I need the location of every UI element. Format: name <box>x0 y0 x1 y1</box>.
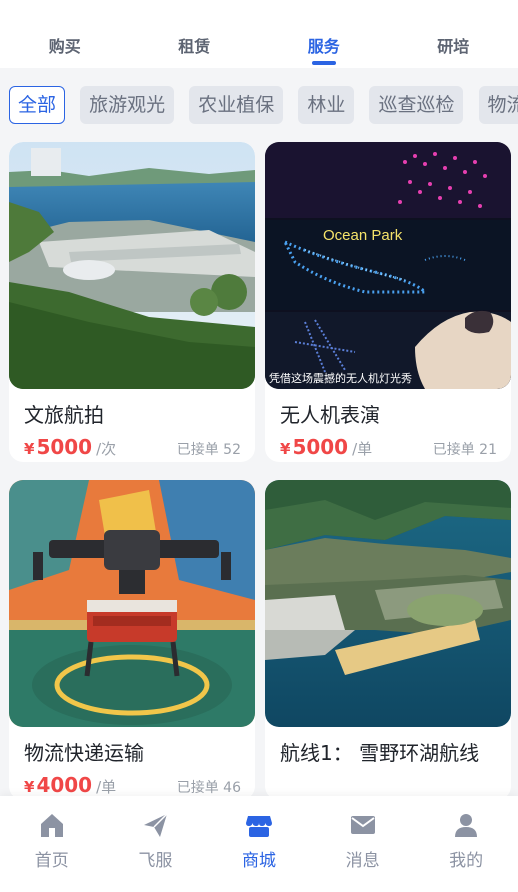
service-card-meta: ¥ 4000 /单 已接单 46 <box>9 767 255 797</box>
chip-inspection[interactable]: 巡查巡检 <box>369 86 464 124</box>
service-card-meta: ¥ 5000 /次 已接单 52 <box>9 429 255 459</box>
nav-label: 首页 <box>34 851 69 871</box>
tab-buy[interactable]: 购买 <box>0 0 130 68</box>
nav-label: 我的 <box>449 851 484 871</box>
store-icon <box>245 816 272 837</box>
price-currency: ¥ <box>280 440 291 458</box>
service-card-title: 物流快递运输 <box>24 741 144 765</box>
chip-tourism[interactable]: 旅游观光 <box>80 86 175 124</box>
top-tab-bar: 购买 租赁 服务 研培 <box>0 0 518 68</box>
mail-icon <box>350 816 375 834</box>
home-icon <box>40 814 63 837</box>
service-card-meta: ¥ 5000 /单 已接单 21 <box>265 429 511 459</box>
price-value: 5000 <box>36 435 93 459</box>
service-card-image <box>9 142 255 389</box>
nav-store[interactable]: 商城 <box>207 796 311 892</box>
tab-label: 服务 <box>307 37 340 56</box>
nav-label: 消息 <box>345 851 380 871</box>
chip-logistics[interactable]: 物流 <box>478 86 518 124</box>
tab-label: 租赁 <box>178 37 211 56</box>
price-currency: ¥ <box>24 440 35 458</box>
tab-rent[interactable]: 租赁 <box>130 0 260 68</box>
service-card-image: Ocean Park 凭借这场震撼的无人机灯光秀 <box>265 142 511 389</box>
chip-agriculture[interactable]: 农业植保 <box>189 86 284 124</box>
nav-profile[interactable]: 我的 <box>414 796 518 892</box>
chip-all[interactable]: 全部 <box>9 86 66 124</box>
service-card-image <box>265 480 511 727</box>
user-icon <box>455 814 478 837</box>
service-card[interactable]: Ocean Park 凭借这场震撼的无人机灯光秀 无人机表演 ¥ 5000 /单… <box>265 142 511 462</box>
service-card[interactable]: 航线1： 雪野环湖航线 <box>265 480 511 800</box>
order-count: 已接单 52 <box>176 442 241 458</box>
service-card-title: 文旅航拍 <box>24 403 104 427</box>
chip-forestry[interactable]: 林业 <box>298 86 355 124</box>
service-card-title: 航线1： 雪野环湖航线 <box>280 741 480 765</box>
paper-plane-icon <box>144 813 168 837</box>
price-unit: /单 <box>352 440 373 458</box>
nav-flight-service[interactable]: 飞服 <box>104 796 208 892</box>
nav-label: 商城 <box>241 851 276 871</box>
bottom-nav-bar: 首页 飞服 商城 消息 我的 <box>0 796 518 892</box>
nav-messages[interactable]: 消息 <box>311 796 415 892</box>
ocean-park-sign: Ocean Park <box>323 227 403 244</box>
service-card[interactable]: 物流快递运输 ¥ 4000 /单 已接单 46 <box>9 480 255 800</box>
active-tab-indicator <box>311 61 336 65</box>
price-unit: /单 <box>96 778 117 796</box>
tab-service[interactable]: 服务 <box>259 0 389 68</box>
order-count: 已接单 46 <box>176 780 241 796</box>
image-caption: 凭借这场震撼的无人机灯光秀 <box>269 371 412 385</box>
service-card-image <box>9 480 255 727</box>
price-unit: /次 <box>96 440 117 458</box>
nav-label: 飞服 <box>138 851 173 871</box>
price-value: 5000 <box>292 435 349 459</box>
order-count: 已接单 21 <box>432 442 497 458</box>
price-currency: ¥ <box>24 778 35 796</box>
tab-label: 研培 <box>437 37 470 56</box>
price-value: 4000 <box>36 773 93 797</box>
tab-training[interactable]: 研培 <box>389 0 518 68</box>
service-card[interactable]: 文旅航拍 ¥ 5000 /次 已接单 52 <box>9 142 255 462</box>
tab-label: 购买 <box>48 37 81 56</box>
nav-home[interactable]: 首页 <box>0 796 104 892</box>
service-card-title: 无人机表演 <box>280 403 380 427</box>
category-filter-bar: 全部 旅游观光 农业植保 林业 巡查巡检 物流 <box>0 68 518 140</box>
